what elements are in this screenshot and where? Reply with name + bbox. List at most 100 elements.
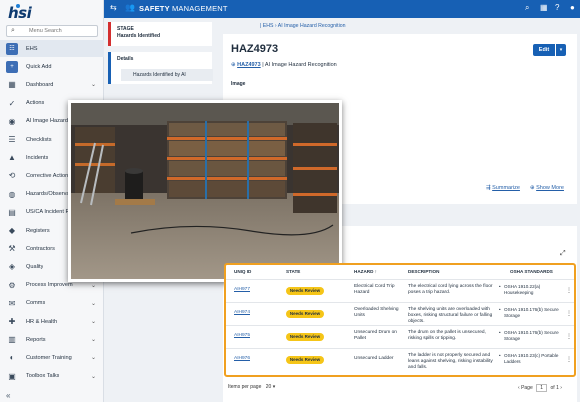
summarize-link[interactable]: ⇶ Summarize [486, 185, 520, 191]
page-number-input[interactable]: 1 [536, 384, 548, 392]
row-menu-icon[interactable]: ⋮ [566, 333, 572, 340]
row-description: The drum on the pallet is unsecured, ris… [408, 330, 486, 341]
quality-icon: ◈ [8, 262, 16, 272]
dashboard-icon: ▦ [8, 80, 16, 90]
health-icon: ✚ [8, 317, 16, 326]
next-page-icon[interactable]: › [560, 385, 562, 391]
table-row[interactable]: AIH976 Needs Review Unsecured Ladder The… [226, 348, 574, 371]
sidebar-item-label: Actions [26, 100, 45, 107]
details-row[interactable]: Hazards Identified by AI [121, 69, 213, 81]
record-link-row: ⊕ HAZ4973 | AI Image Hazard Recognition [231, 62, 337, 68]
items-per-page-select[interactable]: 20 ▾ [266, 384, 275, 390]
hazard-icon: ◍ [8, 189, 16, 199]
sidebar-item-comms[interactable]: ✉ Comms ⌄ [0, 295, 104, 312]
checklist-icon: ☰ [8, 135, 16, 144]
image-label: Image [231, 81, 246, 87]
sidebar-item-toolbox-talks[interactable]: ▣ Toolbox Talks ⌄ [0, 368, 104, 385]
status-badge: Needs Review [286, 356, 324, 364]
chevron-down-icon[interactable]: ⌄ [91, 373, 96, 380]
sidebar-item-label: Reports [26, 336, 46, 343]
sidebar-item-label: Contractors [26, 245, 55, 252]
menu-toggle-icon[interactable]: ⇆ [110, 3, 117, 12]
stage-label: STAGE [117, 26, 134, 32]
link-icon: ⊕ [231, 62, 236, 68]
page-of: of 1 [550, 385, 559, 391]
row-id-link[interactable]: AIH976 [234, 356, 250, 362]
sidebar-item-reports[interactable]: ▥ Reports ⌄ [0, 331, 104, 348]
sidebar-item-label: EHS [26, 45, 38, 52]
search-icon[interactable]: ⌕ [525, 3, 529, 13]
row-description: The shelving units are overloaded with b… [408, 307, 493, 324]
row-hazard: Unsecured Drum on Pallet [354, 330, 397, 341]
row-id-link[interactable]: AIH977 [234, 287, 250, 293]
sidebar-item-label: AI Image Hazard R [26, 118, 74, 125]
menu-search[interactable]: ⌕ [6, 25, 98, 37]
register-icon: ◆ [8, 226, 16, 235]
chevron-down-icon[interactable]: ⌄ [91, 336, 96, 343]
row-menu-icon[interactable]: ⋮ [566, 310, 572, 317]
top-header: ⇆ 👥 SAFETY MANAGEMENT ⌕ ▦ ? ● [104, 0, 580, 18]
sidebar-item-hr-health[interactable]: ✚ HR & Health ⌄ [0, 313, 104, 330]
status-badge: Needs Review [286, 287, 324, 295]
stage-value: Hazards Identified [117, 33, 161, 39]
row-standard: • OSHA 1910.23(c) Portable Ladders [499, 353, 559, 364]
chevron-down-icon[interactable]: ⌄ [91, 354, 96, 361]
report-icon: ▤ [8, 207, 16, 217]
column-header-state[interactable]: STATE [286, 269, 300, 274]
sidebar-item-label: Process Improvem [26, 282, 73, 289]
sidebar-item-label: Hazards/Observati [26, 191, 73, 198]
chevron-down-icon[interactable]: ⌄ [91, 300, 96, 307]
edit-dropdown-icon[interactable]: ▾ [556, 44, 566, 56]
contractor-icon: ⚒ [8, 244, 16, 254]
column-header-hazard[interactable]: HAZARD ↑ [354, 269, 377, 274]
record-link[interactable]: HAZ4973 [237, 62, 261, 68]
page-title: HAZ4973 [231, 43, 279, 55]
row-description: The electrical cord lying across the flo… [408, 284, 493, 295]
show-more-link[interactable]: ⊕ Show More [530, 185, 564, 191]
plus-icon: + [6, 60, 18, 73]
chevron-down-icon[interactable]: ⌄ [91, 81, 96, 88]
user-icon[interactable]: ● [570, 3, 575, 12]
chevron-down-icon[interactable]: ⌄ [91, 318, 96, 325]
status-badge: Needs Review [286, 333, 324, 341]
sidebar-item-customer-training[interactable]: ◐ Customer Training ⌄ [0, 349, 104, 366]
sidebar-item-dashboard[interactable]: ▦ Dashboard ⌄ [0, 76, 104, 93]
column-header-uniq-id[interactable]: UNIQ ID [234, 269, 251, 274]
sidebar-item-label: Quick Add [26, 63, 52, 70]
row-menu-icon[interactable]: ⋮ [566, 356, 572, 363]
status-badge: Needs Review [286, 310, 324, 318]
app-title: SAFETY MANAGEMENT [139, 4, 228, 13]
corrective-icon: ⟲ [8, 171, 16, 181]
row-hazard: Electrical Cord Trip Hazard [354, 284, 395, 295]
sidebar-item-quick-add[interactable]: + Quick Add [0, 58, 104, 75]
table-row[interactable]: AIH977 Needs Review Electrical Cord Trip… [226, 279, 574, 302]
location-icon: ◉ [8, 116, 16, 126]
row-hazard: Overloaded Shelving Units [354, 307, 399, 318]
search-icon: ⌕ [11, 27, 15, 34]
sidebar-item-ehs[interactable]: ☷ EHS [0, 40, 104, 57]
table-row[interactable]: AIH975 Needs Review Unsecured Drum on Pa… [226, 325, 574, 348]
column-header-osha-standards[interactable]: OSHA STANDARDS [510, 269, 553, 274]
row-id-link[interactable]: AIH975 [234, 333, 250, 339]
apps-icon[interactable]: ▦ [540, 3, 548, 12]
collapse-sidebar-icon[interactable]: « [6, 391, 10, 400]
toolbox-icon: ▣ [8, 371, 16, 381]
menu-search-input[interactable] [7, 26, 97, 36]
row-id-link[interactable]: AIH974 [234, 310, 250, 316]
table-row[interactable]: AIH974 Needs Review Overloaded Shelving … [226, 302, 574, 325]
sidebar-item-label: Toolbox Talks [26, 373, 60, 380]
row-standard: • OSHA 1910.176(b) Secure Storage [499, 307, 559, 318]
prev-page-icon[interactable]: ‹ [518, 385, 520, 391]
chevron-down-icon[interactable]: ⌄ [91, 282, 96, 289]
help-icon[interactable]: ? [555, 3, 559, 12]
breadcrumb[interactable]: | EHS › AI Image Hazard Recognition [260, 23, 346, 29]
row-menu-icon[interactable]: ⋮ [566, 287, 572, 294]
sidebar-item-label: HR & Health [26, 318, 58, 325]
edit-button[interactable]: Edit [533, 44, 555, 56]
reports-icon: ▥ [8, 335, 16, 345]
items-per-page: Items per page 20 ▾ [228, 384, 275, 390]
expand-icon[interactable]: ⤢ [560, 250, 566, 258]
items-per-page-label: Items per page [228, 384, 262, 390]
column-header-description[interactable]: DESCRIPTION [408, 269, 439, 274]
sidebar-item-label: US/CA Incident Re [26, 209, 73, 216]
